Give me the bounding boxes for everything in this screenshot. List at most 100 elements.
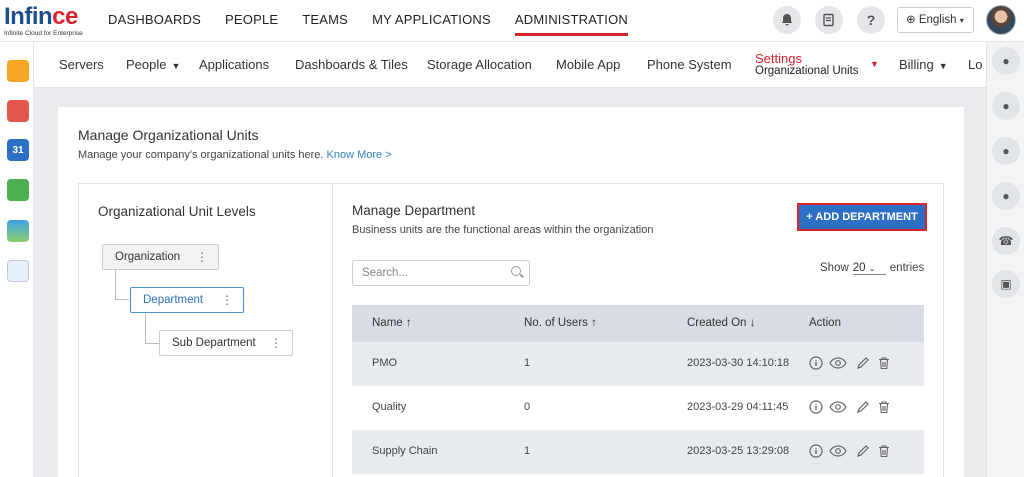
level-node-organization[interactable]: Organization ⋮	[102, 244, 219, 270]
subnav-dashboards[interactable]: Dashboards & Tiles	[295, 57, 408, 72]
node-label: Department	[143, 294, 204, 306]
entries-control: Show 20 ⌄ entries	[820, 262, 924, 275]
page-subtitle-text: Manage your company's organizational uni…	[78, 149, 324, 161]
caret-down-icon: ▼	[171, 61, 181, 71]
subnav-mobile-app[interactable]: Mobile App	[556, 57, 620, 72]
delete-icon[interactable]	[877, 444, 891, 458]
cell-created: 2023-03-25 13:29:08	[687, 445, 790, 457]
row-actions	[809, 356, 894, 372]
language-label: English	[918, 14, 957, 26]
page-title: Manage Organizational Units	[78, 127, 259, 143]
caret-down-icon: ▼	[938, 61, 948, 71]
entries-label: entries	[889, 262, 925, 274]
node-label: Sub Department	[172, 337, 256, 349]
subnav-people-label: People	[126, 57, 167, 72]
table-row[interactable]: PMO 1 2023-03-30 14:10:18	[352, 342, 924, 386]
tree-connector	[115, 270, 129, 300]
subnav-servers[interactable]: Servers	[59, 57, 104, 72]
tree-connector	[145, 314, 159, 344]
nav-administration[interactable]: ADMINISTRATION	[514, 0, 629, 42]
col-name[interactable]: Name ↑	[372, 317, 412, 329]
right-utility-rail: ● ● ● ● ☎ ▣	[986, 42, 1024, 477]
row-actions	[809, 400, 894, 416]
infince-logo[interactable]: Infince Infinite Cloud for Enterprise	[4, 4, 84, 38]
show-label: Show	[820, 262, 849, 274]
search-input[interactable]: Search...	[352, 260, 530, 286]
levels-title: Organizational Unit Levels	[98, 204, 256, 219]
app-launcher-rail: 31	[0, 42, 34, 477]
info-icon[interactable]	[809, 356, 823, 370]
kebab-menu-icon[interactable]: ⋮	[221, 288, 233, 312]
top-navbar: Infince Infinite Cloud for Enterprise DA…	[0, 0, 1024, 42]
team-icon[interactable]: ●	[992, 182, 1020, 210]
mail-app-icon[interactable]	[7, 100, 29, 122]
nav-teams[interactable]: TEAMS	[302, 0, 348, 42]
edit-icon[interactable]	[856, 400, 870, 414]
announcement-icon[interactable]	[815, 6, 843, 34]
nav-people[interactable]: PEOPLE	[225, 0, 278, 42]
view-icon[interactable]	[829, 356, 847, 370]
kebab-menu-icon[interactable]: ⋮	[270, 331, 282, 355]
main-nav: DASHBOARDS PEOPLE TEAMS MY APPLICATIONS …	[108, 0, 652, 42]
bell-icon[interactable]	[773, 6, 801, 34]
language-selector[interactable]: ⊕ English ▾	[897, 7, 974, 33]
view-icon[interactable]	[829, 400, 847, 414]
cell-created: 2023-03-30 14:10:18	[687, 357, 790, 369]
nav-dashboards[interactable]: DASHBOARDS	[108, 0, 201, 42]
gallery-app-icon[interactable]	[7, 220, 29, 242]
cell-name: Quality	[372, 401, 407, 413]
subnav-billing[interactable]: Billing ▼	[899, 57, 948, 72]
delete-icon[interactable]	[877, 356, 891, 370]
panel-divider	[332, 184, 333, 477]
cell-name: Supply Chain	[372, 445, 438, 457]
delete-icon[interactable]	[877, 400, 891, 414]
entries-select[interactable]: 20 ⌄	[852, 262, 886, 275]
col-created-on[interactable]: Created On ↓	[687, 317, 755, 329]
info-icon[interactable]	[809, 400, 823, 414]
chevron-down-icon: ⌄	[868, 264, 876, 273]
phone-icon[interactable]: ☎	[992, 227, 1020, 255]
subnav-people[interactable]: People ▼	[126, 57, 180, 72]
admin-subnav: Servers People ▼ Applications Dashboards …	[34, 42, 986, 88]
user-icon[interactable]: ●	[992, 92, 1020, 120]
table-row[interactable]: Quality 0 2023-03-29 04:11:45	[352, 386, 924, 430]
subnav-phone-system[interactable]: Phone System	[647, 57, 732, 72]
edit-icon[interactable]	[856, 356, 870, 370]
settings-label: Settings	[755, 51, 802, 66]
globe-icon: ⊕	[906, 14, 916, 26]
subnav-applications[interactable]: Applications	[199, 57, 269, 72]
row-actions	[809, 444, 894, 460]
settings-current: Organizational Units	[755, 65, 859, 77]
tasks-app-icon[interactable]	[7, 179, 29, 201]
view-icon[interactable]	[829, 444, 847, 458]
edit-icon[interactable]	[856, 444, 870, 458]
table-row[interactable]: Supply Chain 1 2023-03-25 13:29:08	[352, 430, 924, 474]
user-group-icon[interactable]: ●	[992, 137, 1020, 165]
ofbiz-app-icon[interactable]	[7, 260, 29, 282]
kebab-menu-icon[interactable]: ⋮	[196, 245, 208, 269]
logo-tagline: Infinite Cloud for Enterprise	[4, 30, 83, 37]
logo-text-b: in	[31, 3, 53, 30]
know-more-link[interactable]: Know More >	[327, 149, 392, 161]
subnav-settings[interactable]: Settings Organizational Units	[755, 52, 859, 78]
info-icon[interactable]	[809, 444, 823, 458]
settings-caret-icon[interactable]: ▼	[870, 59, 879, 69]
calendar-check-icon[interactable]: ▣	[992, 270, 1020, 298]
col-action: Action	[809, 317, 841, 329]
user-avatar[interactable]	[986, 5, 1016, 35]
cell-users: 1	[524, 445, 531, 457]
col-users[interactable]: No. of Users ↑	[524, 317, 597, 329]
department-subtitle: Business units are the functional areas …	[352, 224, 654, 236]
nav-my-applications[interactable]: MY APPLICATIONS	[372, 0, 491, 42]
subnav-storage[interactable]: Storage Allocation	[427, 57, 532, 72]
level-node-sub-department[interactable]: Sub Department ⋮	[159, 330, 293, 356]
folder-app-icon[interactable]	[7, 60, 29, 82]
level-node-department[interactable]: Department ⋮	[130, 287, 244, 313]
chat-icon[interactable]: ●	[992, 47, 1020, 75]
subnav-more[interactable]: Lo	[968, 57, 982, 72]
calendar-app-icon[interactable]: 31	[7, 139, 29, 161]
help-icon[interactable]: ?	[857, 6, 885, 34]
table-header: Name ↑ No. of Users ↑ Created On ↓ Actio…	[352, 305, 924, 342]
add-department-button[interactable]: + ADD DEPARTMENT	[797, 203, 927, 231]
org-units-card: Manage Organizational Units Manage your …	[58, 107, 964, 477]
